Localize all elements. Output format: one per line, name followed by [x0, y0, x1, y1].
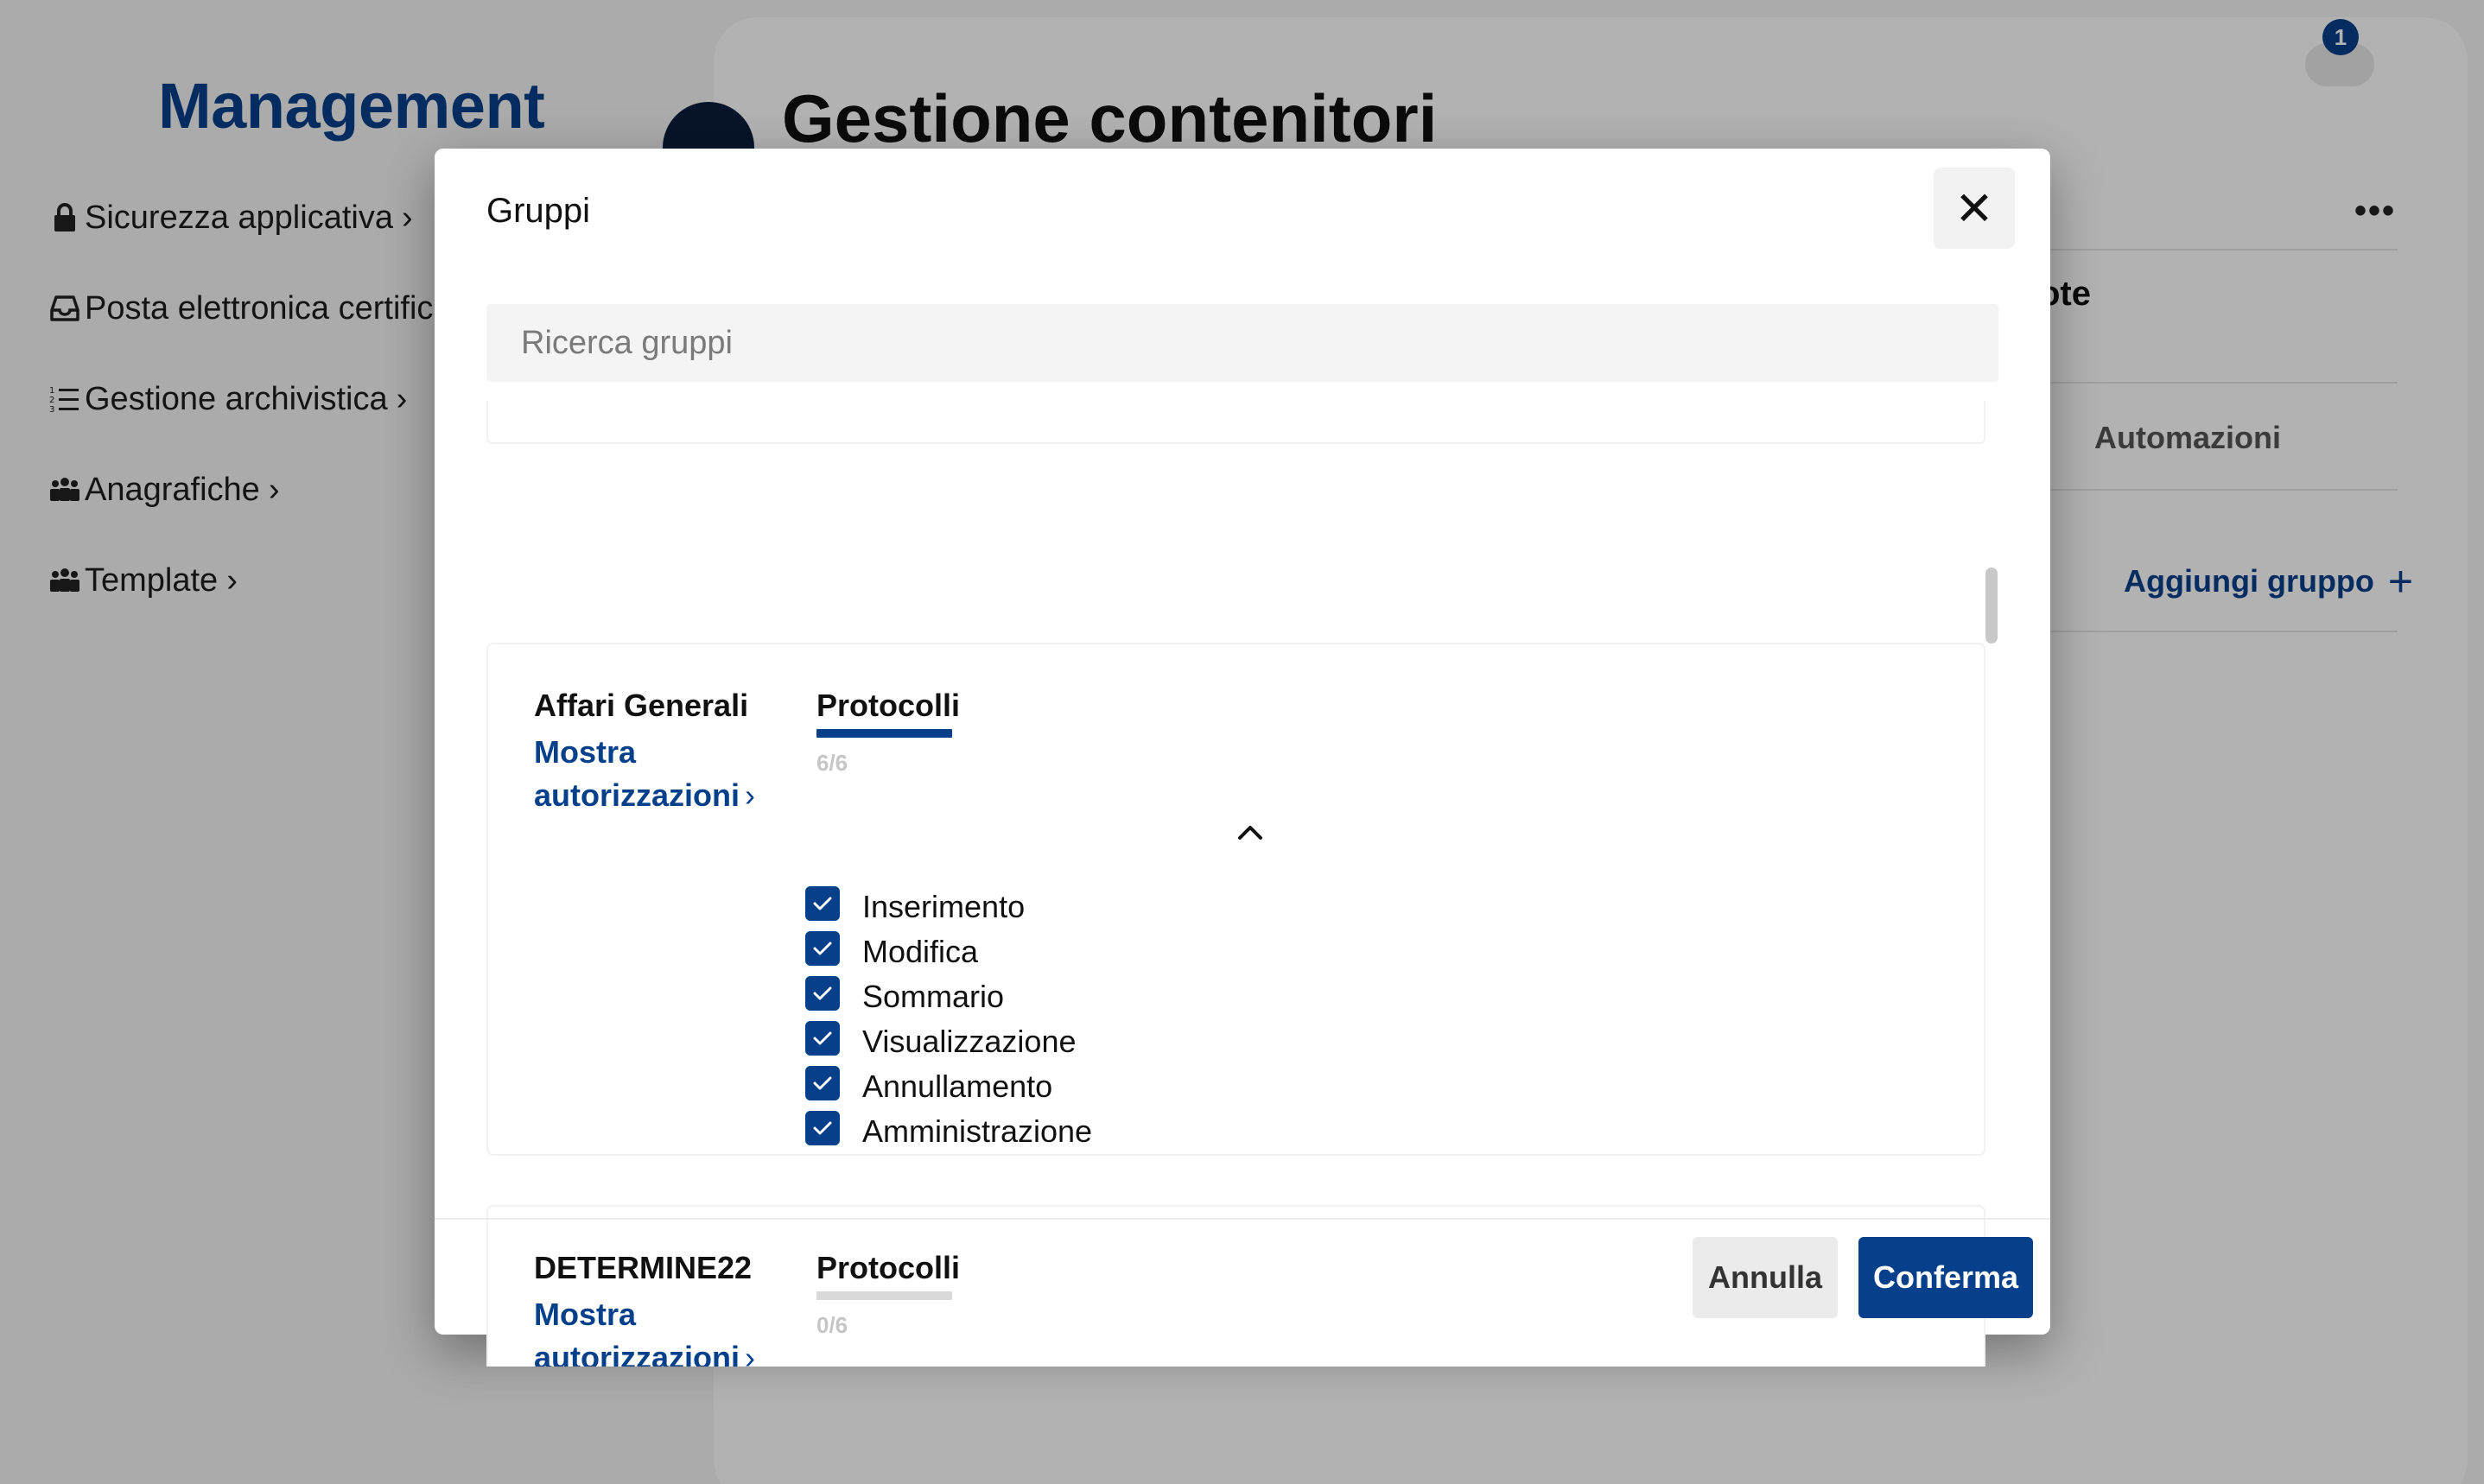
checkbox-checked-icon[interactable]: [805, 1066, 840, 1100]
permission-item[interactable]: Annullamento: [805, 1064, 1092, 1109]
group-name: Affari Generali: [534, 688, 749, 723]
show-authorizations-link[interactable]: Mostra autorizzazioni ›: [534, 1293, 759, 1367]
modal-title: Gruppi: [486, 192, 591, 230]
permission-item[interactable]: Inserimento: [805, 885, 1092, 929]
groups-list[interactable]: Affari Generali Mostra autorizzazioni › P…: [486, 401, 1998, 1367]
list-item: [486, 401, 1985, 444]
checkbox-checked-icon[interactable]: [805, 931, 840, 966]
show-authorizations-label: Mostra autorizzazioni: [534, 1297, 740, 1367]
group-name: DETERMINE22: [534, 1250, 753, 1285]
cancel-button[interactable]: Annulla: [1693, 1237, 1838, 1318]
permission-label: Visualizzazione: [862, 1024, 1077, 1059]
checkbox-checked-icon[interactable]: [805, 1021, 840, 1056]
permission-label: Amministrazione: [862, 1113, 1093, 1149]
permission-item[interactable]: Amministrazione: [805, 1109, 1092, 1154]
permission-label: Inserimento: [862, 889, 1026, 924]
checkbox-checked-icon[interactable]: [805, 886, 840, 921]
category-progress-bar: [816, 1291, 952, 1300]
permission-item[interactable]: Sommario: [805, 974, 1092, 1019]
chevron-up-icon[interactable]: [1231, 814, 1269, 852]
search-input[interactable]: [486, 304, 1998, 382]
checkbox-checked-icon[interactable]: [805, 1111, 840, 1145]
category-label: Protocolli: [816, 688, 961, 723]
checkbox-checked-icon[interactable]: [805, 976, 840, 1011]
permission-label: Annullamento: [862, 1069, 1053, 1104]
show-authorizations-label: Mostra autorizzazioni: [534, 734, 740, 813]
permission-list: Inserimento Modifica Sommario Visualizza…: [805, 885, 1092, 1154]
permission-item[interactable]: Visualizzazione: [805, 1019, 1092, 1064]
category-count: 0/6: [816, 1312, 848, 1338]
close-button[interactable]: ✕: [1934, 168, 2015, 249]
close-icon: ✕: [1954, 182, 1994, 235]
list-scrollbar[interactable]: [1985, 568, 1998, 644]
category-count: 6/6: [816, 750, 848, 776]
chevron-right-icon: ›: [745, 777, 756, 813]
permission-label: Sommario: [862, 979, 1005, 1014]
group-card: Affari Generali Mostra autorizzazioni › P…: [486, 643, 1985, 1156]
show-authorizations-link[interactable]: Mostra autorizzazioni ›: [534, 731, 759, 817]
category-label: Protocolli: [816, 1250, 961, 1285]
category-progress-bar: [816, 729, 952, 738]
chevron-right-icon: ›: [745, 1340, 756, 1367]
groups-modal: Gruppi ✕ Affari Generali Mostra autorizz…: [435, 149, 2050, 1367]
confirm-button[interactable]: Conferma: [1858, 1237, 2033, 1318]
permission-label: Modifica: [862, 934, 979, 969]
permission-item[interactable]: Modifica: [805, 929, 1092, 974]
footer-divider: [435, 1218, 2050, 1220]
